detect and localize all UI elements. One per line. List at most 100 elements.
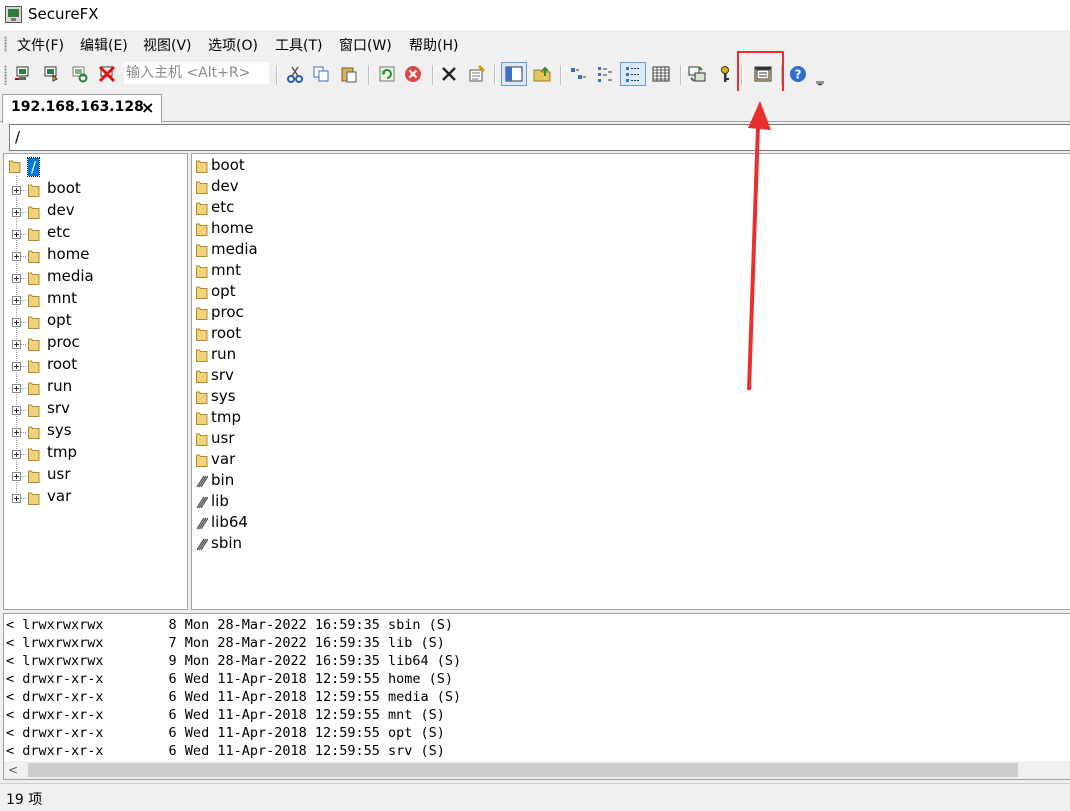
tree-item-mnt[interactable]: mnt xyxy=(47,289,77,307)
small-icons-view-icon xyxy=(571,68,586,79)
details-view-icon xyxy=(626,67,640,82)
details-view-button[interactable] xyxy=(620,62,646,86)
list-item[interactable]: sys xyxy=(211,387,236,405)
tree-expand-run[interactable] xyxy=(12,384,21,393)
list-item[interactable]: srv xyxy=(211,366,234,384)
folder-icon xyxy=(196,181,208,194)
log-pane[interactable]: < lrwxrwxrwx 8 Mon 28-Mar-2022 16:59:35 … xyxy=(3,613,1070,780)
path-input[interactable]: / xyxy=(9,124,1070,151)
horizontal-scrollbar[interactable]: < xyxy=(4,761,1070,779)
disconnect-button[interactable] xyxy=(96,63,118,85)
menu-options[interactable]: 选项(O) xyxy=(208,35,258,55)
tree-expand-srv[interactable] xyxy=(12,406,21,415)
tree-item-opt[interactable]: opt xyxy=(47,311,72,329)
folder-icon xyxy=(28,492,40,505)
tree-item-run[interactable]: run xyxy=(47,377,72,395)
tree-expand-media[interactable] xyxy=(12,274,21,283)
cut-button[interactable] xyxy=(284,63,306,85)
connect-button[interactable] xyxy=(12,63,34,85)
stop-button[interactable] xyxy=(402,63,424,85)
sync-icon xyxy=(688,66,706,82)
menu-edit[interactable]: 编辑(E) xyxy=(80,35,128,55)
tree-root[interactable]: / xyxy=(26,157,41,177)
tree-expand-var[interactable] xyxy=(12,494,21,503)
quick-connect-button[interactable] xyxy=(40,63,62,85)
delete-button[interactable] xyxy=(438,63,460,85)
tree-expand-dev[interactable] xyxy=(12,208,21,217)
list-item[interactable]: media xyxy=(211,240,258,258)
connect-icon xyxy=(15,66,29,80)
tree-expand-sys[interactable] xyxy=(12,428,21,437)
scrollbar-thumb[interactable] xyxy=(28,763,1018,777)
tree-item-srv[interactable]: srv xyxy=(47,399,70,417)
list-item[interactable]: bin xyxy=(211,471,234,489)
list-view-button[interactable] xyxy=(594,63,616,85)
tree-item-etc[interactable]: etc xyxy=(47,223,70,241)
list-item[interactable]: root xyxy=(211,324,241,342)
list-item[interactable]: home xyxy=(211,219,254,237)
reconnect-button[interactable] xyxy=(68,63,90,85)
paste-button[interactable] xyxy=(338,63,360,85)
list-item[interactable]: lib xyxy=(211,492,229,510)
refresh-button[interactable] xyxy=(376,63,398,85)
tree-expand-etc[interactable] xyxy=(12,230,21,239)
tree-expand-proc[interactable] xyxy=(12,340,21,349)
key-button[interactable] xyxy=(714,63,736,85)
tab-session[interactable]: 192.168.163.128 × xyxy=(2,94,162,123)
toolbar-overflow-button[interactable] xyxy=(814,66,826,88)
list-item[interactable]: proc xyxy=(211,303,244,321)
tree-item-usr[interactable]: usr xyxy=(47,465,71,483)
up-folder-button[interactable] xyxy=(531,63,553,85)
tree-item-media[interactable]: media xyxy=(47,267,94,285)
symlink-icon xyxy=(196,517,208,530)
sync-button[interactable] xyxy=(686,63,708,85)
list-item[interactable]: opt xyxy=(211,282,236,300)
small-icons-view-button[interactable] xyxy=(567,63,589,85)
list-item[interactable]: mnt xyxy=(211,261,241,279)
list-item[interactable]: var xyxy=(211,450,235,468)
menu-tools[interactable]: 工具(T) xyxy=(275,35,322,55)
list-item[interactable]: run xyxy=(211,345,236,363)
tree-expand-usr[interactable] xyxy=(12,472,21,481)
host-input[interactable]: 输入主机 <Alt+R> xyxy=(124,62,269,84)
list-item[interactable]: boot xyxy=(211,156,245,174)
tree-item-tmp[interactable]: tmp xyxy=(47,443,77,461)
tree-expand-opt[interactable] xyxy=(12,318,21,327)
list-item[interactable]: tmp xyxy=(211,408,241,426)
menu-view[interactable]: 视图(V) xyxy=(143,35,192,55)
menu-file[interactable]: 文件(F) xyxy=(17,35,64,55)
tree-expand-root[interactable] xyxy=(12,362,21,371)
tree-expand-boot[interactable] xyxy=(12,186,21,195)
tree-item-dev[interactable]: dev xyxy=(47,201,75,219)
tree-expand-home[interactable] xyxy=(12,252,21,261)
menu-window[interactable]: 窗口(W) xyxy=(339,35,392,55)
scroll-left-icon[interactable]: < xyxy=(8,763,18,777)
tree-item-var[interactable]: var xyxy=(47,487,71,505)
list-item[interactable]: etc xyxy=(211,198,234,216)
folder-tree[interactable]: / boot dev etc home media mnt opt proc root run sr… xyxy=(3,153,188,610)
file-list[interactable]: boot dev etc home media mnt opt proc root run srv s… xyxy=(191,153,1070,610)
tree-item-sys[interactable]: sys xyxy=(47,421,72,439)
tree-item-home[interactable]: home xyxy=(47,245,90,263)
help-button[interactable]: ? xyxy=(787,63,809,85)
tree-branch-line xyxy=(21,256,27,257)
tab-close-button[interactable]: × xyxy=(141,98,154,117)
list-item[interactable]: sbin xyxy=(211,534,242,552)
toolbar-grip[interactable] xyxy=(4,65,7,85)
tree-expand-tmp[interactable] xyxy=(12,450,21,459)
tree-item-root[interactable]: root xyxy=(47,355,77,373)
columns-view-button[interactable] xyxy=(650,63,672,85)
tree-item-boot[interactable]: boot xyxy=(47,179,81,197)
copy-button[interactable] xyxy=(310,63,332,85)
tree-expand-mnt[interactable] xyxy=(12,296,21,305)
menubar-grip[interactable] xyxy=(4,36,7,52)
menu-help[interactable]: 帮助(H) xyxy=(409,35,458,55)
list-item[interactable]: lib64 xyxy=(211,513,248,531)
tree-item-proc[interactable]: proc xyxy=(47,333,80,351)
chevron-down-icon xyxy=(816,81,824,86)
tree-branch-line xyxy=(21,366,27,367)
properties-button[interactable] xyxy=(466,63,488,85)
list-item[interactable]: usr xyxy=(211,429,235,447)
tree-view-button[interactable] xyxy=(501,62,527,86)
list-item[interactable]: dev xyxy=(211,177,239,195)
